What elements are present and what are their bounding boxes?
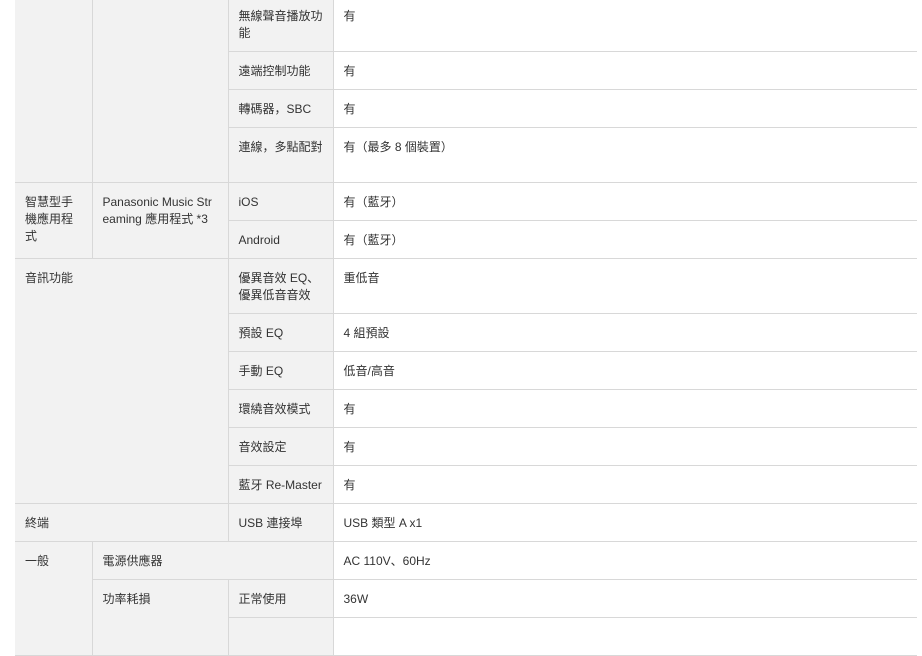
spec-value: 有 — [333, 465, 917, 504]
spec-label: 轉碼器，SBC — [228, 89, 334, 128]
spec-label: 藍牙 Re-Master — [228, 465, 334, 504]
spec-label: iOS — [228, 182, 334, 221]
spec-label: 音效設定 — [228, 427, 334, 466]
spec-sublabel: 正常使用 — [228, 579, 334, 618]
spec-label: 環繞音效模式 — [228, 389, 334, 428]
table-row: 智慧型手機應用程式 Panasonic Music Streaming 應用程式… — [15, 182, 917, 259]
spec-label: 遠端控制功能 — [228, 51, 334, 90]
spec-label: 無線聲音播放功能 — [228, 0, 334, 52]
spec-label: 預設 EQ — [228, 313, 334, 352]
spec-value: 有（藍牙） — [333, 182, 917, 221]
table-row: 音訊功能 優異音效 EQ、優異低音音效 重低音 — [15, 258, 917, 504]
table-row: 一般 電源供應器 AC 110V、60Hz — [15, 541, 917, 656]
spec-value: USB 類型 A x1 — [333, 503, 917, 542]
spec-value: 有（最多 8 個裝置） — [333, 127, 917, 183]
spec-value: 低音/高音 — [333, 351, 917, 390]
spec-label: 電源供應器 — [92, 541, 334, 580]
spec-value: 有 — [333, 89, 917, 128]
spec-label: 優異音效 EQ、優異低音音效 — [228, 258, 334, 314]
spec-label: USB 連接埠 — [228, 503, 334, 542]
table-row: 功率耗損 正常使用 36W — [15, 579, 917, 656]
category-cell: 音訊功能 — [15, 258, 229, 504]
category-cell: 終端 — [15, 503, 229, 542]
spec-value: 有（藍牙） — [333, 220, 917, 259]
spec-page: 無線聲音播放功能 有 遠端控制功能 有 轉碼器，SBC 有 連線，多點配對 有（… — [0, 0, 922, 656]
spec-label: Android — [228, 220, 334, 259]
subcategory-cell-continued — [92, 0, 229, 183]
spec-value: 有 — [333, 389, 917, 428]
spec-label: 功率耗損 — [92, 579, 229, 656]
spec-value: 有 — [333, 427, 917, 466]
spec-value: 重低音 — [333, 258, 917, 314]
spec-sublabel-continued — [228, 617, 334, 656]
spec-label: 手動 EQ — [228, 351, 334, 390]
spec-label: 連線，多點配對 — [228, 127, 334, 183]
spec-value: 4 組預設 — [333, 313, 917, 352]
category-cell: 一般 — [15, 541, 93, 656]
subcategory-cell: Panasonic Music Streaming 應用程式 *3 — [92, 182, 229, 259]
category-cell-continued — [15, 0, 93, 183]
category-cell: 智慧型手機應用程式 — [15, 182, 93, 259]
spec-value: 36W — [333, 579, 917, 618]
spec-value: 有 — [333, 51, 917, 90]
specifications-table: 無線聲音播放功能 有 遠端控制功能 有 轉碼器，SBC 有 連線，多點配對 有（… — [15, 0, 917, 656]
spec-value: 有 — [333, 0, 917, 52]
table-row: 終端 USB 連接埠 USB 類型 A x1 — [15, 503, 917, 542]
spec-value: AC 110V、60Hz — [333, 541, 917, 580]
table-row: 無線聲音播放功能 有 — [15, 0, 917, 183]
spec-value-continued — [333, 617, 917, 656]
